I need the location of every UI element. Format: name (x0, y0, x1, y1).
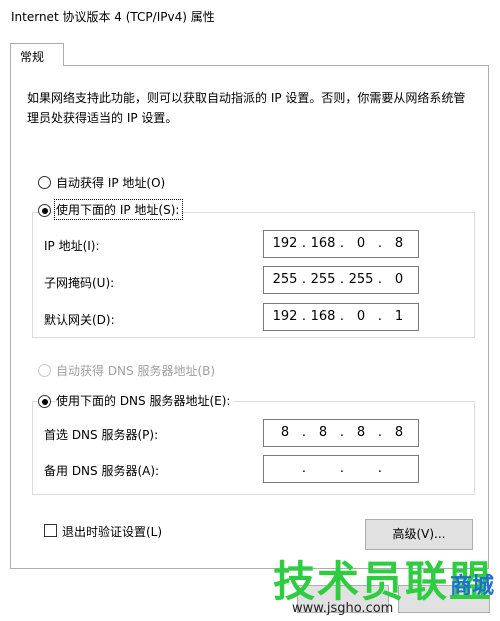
tab-general-label: 常规 (20, 50, 45, 64)
adns-dot: . (339, 461, 345, 476)
ip-dot: . (339, 236, 345, 251)
manual-dns-label[interactable]: 使用下面的 DNS 服务器地址(E): (56, 392, 234, 409)
mask-octet-1: 255 (272, 272, 298, 287)
auto-dns-radio[interactable] (38, 364, 51, 377)
auto-ip-radio[interactable] (38, 176, 51, 189)
pdns-octet-3: 8 (356, 425, 366, 440)
preferred-dns-input[interactable]: 8 . 8 . 8 . 8 (263, 419, 419, 447)
pdns-octet-1: 8 (280, 425, 290, 440)
ip-dot: . (377, 236, 383, 251)
alternate-dns-input[interactable]: . . . (263, 455, 419, 483)
adns-dot: . (301, 461, 307, 476)
ip-octet-3: 0 (356, 236, 366, 251)
auto-ip-label[interactable]: 自动获得 IP 地址(O) (56, 174, 165, 191)
window-title: Internet 协议版本 4 (TCP/IPv4) 属性 (11, 10, 215, 24)
default-gateway-input[interactable]: 192 . 168 . 0 . 1 (263, 303, 419, 331)
pdns-octet-2: 8 (318, 425, 328, 440)
validate-on-exit-label[interactable]: 退出时验证设置(L) (62, 523, 162, 540)
description-text: 如果网络支持此功能，则可以获取自动指派的 IP 设置。否则，你需要从网络系统管理… (27, 91, 466, 125)
pdns-dot: . (377, 425, 383, 440)
default-gateway-label: 默认网关(D): (44, 313, 115, 327)
gateway-octet-4: 1 (394, 309, 404, 324)
subnet-mask-label: 子网掩码(U): (44, 276, 115, 290)
validate-on-exit-checkbox[interactable] (44, 524, 57, 537)
mask-dot: . (301, 272, 307, 287)
advanced-button[interactable]: 高级(V)... (365, 519, 473, 550)
pdns-dot: . (339, 425, 345, 440)
adns-dot: . (377, 461, 383, 476)
tab-general[interactable]: 常规 (10, 43, 64, 66)
mask-octet-4: 0 (394, 272, 404, 287)
manual-ip-label[interactable]: 使用下面的 IP 地址(S): (53, 199, 184, 220)
gateway-dot: . (377, 309, 383, 324)
auto-dns-label[interactable]: 自动获得 DNS 服务器地址(B) (56, 362, 215, 379)
gateway-octet-2: 168 (310, 309, 336, 324)
preferred-dns-label: 首选 DNS 服务器(P): (44, 428, 159, 442)
gateway-dot: . (301, 309, 307, 324)
ip-dot: . (301, 236, 307, 251)
gateway-octet-1: 192 (272, 309, 298, 324)
mask-dot: . (377, 272, 383, 287)
gateway-dot: . (339, 309, 345, 324)
subnet-mask-input[interactable]: 255 . 255 . 255 . 0 (263, 266, 419, 294)
watermark-suffix: 商城 (450, 574, 495, 599)
gateway-octet-3: 0 (356, 309, 366, 324)
title-bar: Internet 协议版本 4 (TCP/IPv4) 属性 (0, 0, 500, 32)
ip-octet-1: 192 (272, 236, 298, 251)
ip-octet-2: 168 (310, 236, 336, 251)
mask-dot: . (339, 272, 345, 287)
ip-octet-4: 8 (394, 236, 404, 251)
manual-ip-radio[interactable] (38, 204, 51, 217)
watermark-url: www.jsgho.com (292, 601, 394, 616)
mask-octet-2: 255 (310, 272, 336, 287)
alternate-dns-label: 备用 DNS 服务器(A): (44, 464, 160, 478)
ip-address-label: IP 地址(I): (44, 239, 100, 253)
pdns-dot: . (301, 425, 307, 440)
ip-address-input[interactable]: 192 . 168 . 0 . 8 (263, 230, 419, 258)
manual-dns-radio[interactable] (38, 395, 51, 408)
mask-octet-3: 255 (348, 272, 374, 287)
pdns-octet-4: 8 (394, 425, 404, 440)
